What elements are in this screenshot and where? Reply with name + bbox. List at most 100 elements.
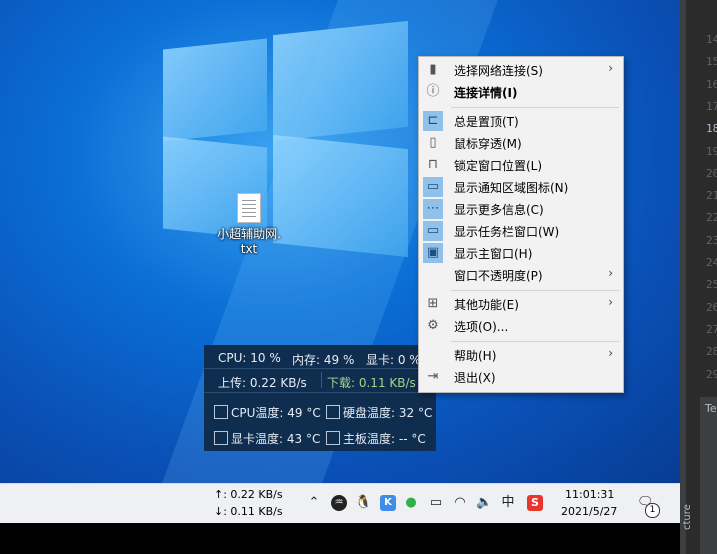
cpu-usage: CPU: 10 % (218, 351, 281, 365)
disk-icon (326, 405, 340, 419)
clock-time[interactable]: 11:01:31 (565, 488, 614, 501)
menu-item-label: 连接详情(I) (454, 86, 518, 100)
line-number: 23 (706, 233, 717, 247)
menu-separator (451, 341, 619, 342)
menu-item-label: 显示任务栏窗口(W) (454, 225, 560, 239)
vertical-label: cture (682, 504, 693, 530)
menu-separator (451, 107, 619, 108)
line-number: 22 (706, 211, 717, 225)
audio-wave-icon[interactable]: ♒ (331, 495, 347, 511)
gpu-temp: 显卡温度: 43 °C (214, 430, 320, 447)
line-number: 25 (706, 278, 717, 292)
taskbar-download-speed[interactable]: ↓: 0.11 KB/s (214, 505, 283, 518)
line-number: 28 (706, 345, 717, 359)
gpu-usage: 显卡: 0 % (366, 353, 421, 367)
line-number: 29 (706, 367, 717, 381)
pin-icon: ⊏ (423, 111, 443, 131)
menu-item[interactable]: ▣ 显示主窗口(H) (419, 242, 623, 264)
windows-logo-pane (273, 20, 408, 142)
motherboard-icon (326, 431, 340, 445)
signal-bars-icon: ▮ (429, 62, 437, 77)
volume-icon[interactable]: 🔈 (476, 495, 492, 511)
line-number: 27 (706, 322, 717, 336)
disk-temp: 硬盘温度: 32 °C (326, 404, 432, 421)
menu-item[interactable]: 帮助(H) › (419, 344, 623, 366)
battery-icon[interactable]: ▭ (428, 495, 444, 511)
menu-item[interactable]: ▭ 显示通知区域图标(N) (419, 176, 623, 198)
gpu-card-icon (214, 431, 228, 445)
clock-date[interactable]: 2021/5/27 (561, 505, 617, 518)
exit-icon: ⇥ (427, 369, 439, 384)
line-number: 26 (706, 300, 717, 314)
line-number: 15 (706, 55, 717, 69)
upload-speed: 上传: 0.22 KB/s (218, 376, 307, 390)
windows-logo-pane (163, 38, 267, 142)
menu-item-label: 鼠标穿透(M) (454, 137, 522, 151)
menu-item[interactable]: ▭ 显示任务栏窗口(W) (419, 220, 623, 242)
info-circle-icon: ⓘ (426, 84, 440, 99)
sogou-s-icon[interactable]: S (527, 495, 543, 511)
menu-item[interactable]: ⇥ 退出(X) (419, 366, 623, 388)
chevron-right-icon: › (608, 266, 613, 280)
gear-icon: ⚙ (427, 318, 439, 333)
qq-penguin-icon[interactable]: 🐧 (355, 495, 371, 511)
menu-item[interactable]: ▯ 鼠标穿透(M) (419, 132, 623, 154)
menu-item[interactable]: ▮ 选择网络连接(S) › (419, 59, 623, 81)
editor-panel (700, 397, 717, 554)
menu-item[interactable]: ⋯ 显示更多信息(C) (419, 198, 623, 220)
mouse-icon: ▯ (429, 135, 437, 150)
chip-icon (214, 405, 228, 419)
panel-tab[interactable]: Te (705, 402, 717, 415)
menu-item-label: 窗口不透明度(P) (454, 269, 543, 283)
menu-item-label: 显示通知区域图标(N) (454, 181, 569, 195)
board-temp: 主板温度: -- °C (326, 430, 426, 447)
menu-item-label: 退出(X) (454, 371, 496, 385)
download-speed: 下载: 0.11 KB/s (327, 376, 416, 390)
menu-item[interactable]: ⚙ 选项(O)... (419, 315, 623, 337)
menu-item-label: 总是置顶(T) (454, 115, 519, 129)
cpu-temp: CPU温度: 49 °C (214, 404, 321, 421)
chevron-right-icon: › (608, 61, 613, 75)
chevron-right-icon: › (608, 295, 613, 309)
ime-icon[interactable]: 中 (500, 495, 516, 511)
k-app-icon[interactable]: K (380, 495, 396, 511)
line-number: 17 (706, 99, 717, 113)
file-name-line1: 小超辅助网. (217, 227, 281, 241)
menu-item[interactable]: ⓘ 连接详情(I) (419, 81, 623, 103)
taskbar-upload-speed[interactable]: ↑: 0.22 KB/s (214, 488, 283, 501)
wifi-icon[interactable]: ◠ (452, 495, 468, 511)
grid-icon: ⊞ (427, 296, 439, 311)
file-name-line2: txt (240, 242, 258, 256)
wechat-icon[interactable]: ● (403, 495, 419, 511)
menu-item-label: 锁定窗口位置(L) (454, 159, 543, 173)
menu-item[interactable]: ⊞ 其他功能(E) › (419, 293, 623, 315)
line-number: 19 (706, 144, 717, 158)
desktop-file[interactable]: 小超辅助网. txt (214, 193, 284, 257)
menu-item[interactable]: 窗口不透明度(P) › (419, 264, 623, 286)
menu-item-label: 帮助(H) (454, 349, 497, 363)
bottom-bar (0, 523, 680, 554)
text-file-icon (237, 193, 261, 223)
menu-item[interactable]: ⊓ 锁定窗口位置(L) (419, 154, 623, 176)
line-number: 21 (706, 189, 717, 203)
menu-separator (451, 290, 619, 291)
line-number: 18 (706, 122, 717, 136)
tray-monitor-icon: ▭ (423, 177, 443, 197)
line-number: 24 (706, 256, 717, 269)
menu-item-label: 选择网络连接(S) (454, 64, 543, 78)
traffic-monitor-panel[interactable]: CPU: 10 % 内存: 49 % 显卡: 0 % 上传: 0.22 KB/s… (204, 345, 436, 451)
memory-usage: 内存: 49 % (292, 353, 355, 367)
menu-item-label: 选项(O)... (454, 320, 509, 334)
context-menu[interactable]: ▮ 选择网络连接(S) › ⓘ 连接详情(I) ⊏ 总是置顶(T) ▯ 鼠标穿透(M) ⊓ 锁定窗口… (418, 56, 624, 393)
line-number: 20 (706, 166, 717, 180)
chevron-up-icon[interactable]: ⌃ (306, 495, 322, 511)
line-number: 14 (706, 33, 717, 46)
notification-count: 1 (645, 503, 660, 518)
taskbar-window-icon: ▭ (423, 221, 443, 241)
line-number: 16 (706, 77, 717, 91)
more-dots-icon: ⋯ (423, 199, 443, 219)
menu-item-label: 其他功能(E) (454, 298, 519, 312)
lock-icon: ⊓ (427, 157, 439, 172)
menu-item[interactable]: ⊏ 总是置顶(T) (419, 110, 623, 132)
menu-item-label: 显示主窗口(H) (454, 247, 533, 261)
